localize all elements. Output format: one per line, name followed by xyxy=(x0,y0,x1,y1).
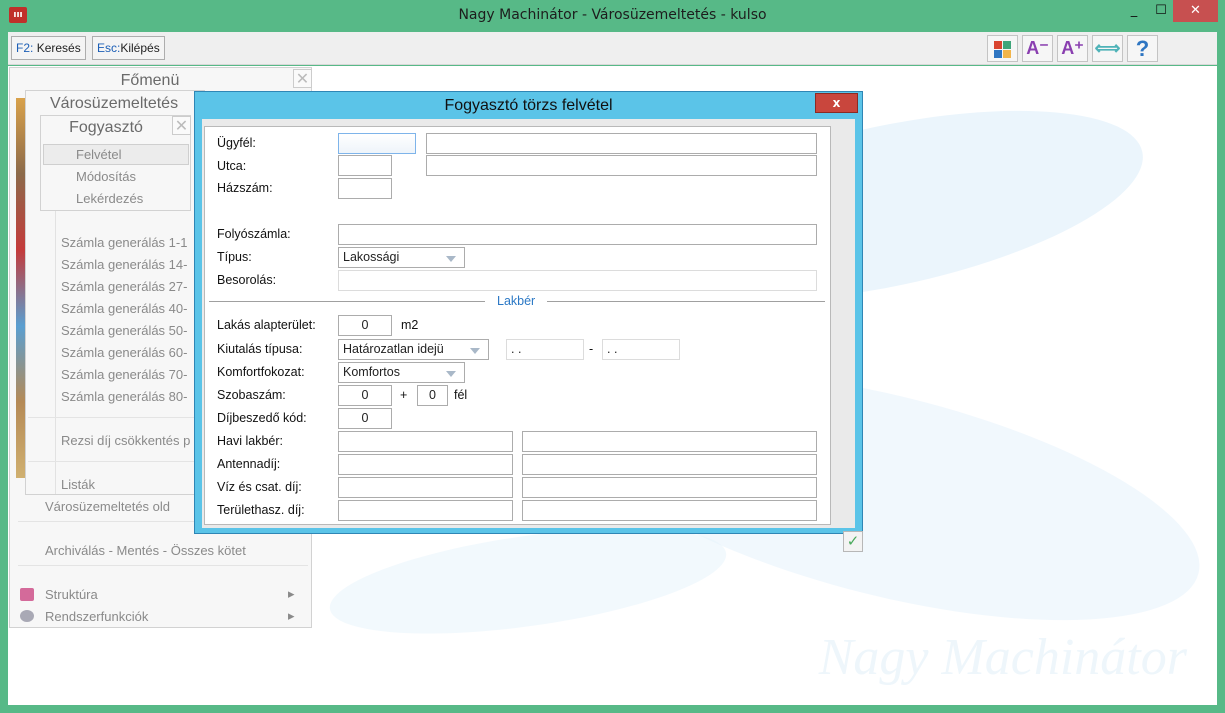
toolbar: F2: Keresés Esc:Kilépés A⁻ A⁺ ⟺ ? xyxy=(8,32,1217,65)
date-to-input[interactable]: . . xyxy=(602,339,680,360)
unit-m2: m2 xyxy=(401,318,419,332)
submenu-arrow-icon: ▸ xyxy=(288,608,295,623)
menu-item-felvetel[interactable]: Felvétel xyxy=(76,147,122,162)
label-ugyfel: Ügyfél: xyxy=(217,136,256,150)
exit-button[interactable]: Esc:Kilépés xyxy=(92,36,165,60)
search-shortcut: F2: xyxy=(16,41,34,55)
komfort-value: Komfortos xyxy=(343,365,400,379)
kiutalas-select[interactable]: Határozatlan idejü xyxy=(338,339,489,360)
exit-label: Kilépés xyxy=(120,41,160,55)
menu-item-szamla-1[interactable]: Számla generálás 1-1 xyxy=(61,235,187,250)
label-viz: Víz és csat. díj: xyxy=(217,480,302,494)
label-folyoszamla: Folyószámla: xyxy=(217,227,291,241)
folyoszamla-input[interactable] xyxy=(338,224,817,245)
gears-icon xyxy=(20,610,34,622)
menu-item-rendszerfunkciok[interactable]: Rendszerfunkciók xyxy=(45,609,148,624)
havi-lakber-text-input[interactable] xyxy=(522,431,817,452)
section-lakber: Lakbér xyxy=(485,294,548,308)
menu-item-szamla-60[interactable]: Számla generálás 60- xyxy=(61,345,187,360)
utca-name-input[interactable] xyxy=(426,155,817,176)
menu-item-szamla-50[interactable]: Számla generálás 50- xyxy=(61,323,187,338)
terulethasz-input[interactable] xyxy=(338,500,513,521)
dialog-close-button[interactable]: x xyxy=(815,93,858,113)
hazszam-input[interactable] xyxy=(338,178,392,199)
main-menu-close-icon[interactable]: ✕ xyxy=(293,69,312,88)
label-besorolas: Besorolás: xyxy=(217,273,277,287)
havi-lakber-input[interactable] xyxy=(338,431,513,452)
ok-check-button[interactable]: ✓ xyxy=(843,531,863,552)
title-bar: ııı Nagy Machinátor - Városüzemeltetés -… xyxy=(0,0,1225,31)
exit-shortcut: Esc: xyxy=(97,41,121,55)
label-kiutalas: Kiutalás típusa: xyxy=(217,342,303,356)
komfort-select[interactable]: Komfortos xyxy=(338,362,465,383)
ugyfel-name-input[interactable] xyxy=(426,133,817,154)
label-dijbeszedo: Díjbeszedő kód: xyxy=(217,411,307,425)
fogyaszto-menu-panel: Fogyasztó ✕ Felvétel Módosítás Lekérdezé… xyxy=(40,115,191,211)
minimize-button[interactable]: _ xyxy=(1123,0,1145,22)
menu-item-varos-old[interactable]: Városüzemeltetés old xyxy=(45,499,170,514)
viz-input[interactable] xyxy=(338,477,513,498)
utca-code-input[interactable] xyxy=(338,155,392,176)
menu-item-szamla-80[interactable]: Számla generálás 80- xyxy=(61,389,187,404)
tipus-value: Lakossági xyxy=(343,250,400,264)
tipus-select[interactable]: Lakossági xyxy=(338,247,465,268)
label-komfort: Komfortfokozat: xyxy=(217,365,305,379)
besorolas-input[interactable] xyxy=(338,270,817,291)
plus-sign: + xyxy=(400,388,408,402)
submenu-arrow-icon: ▸ xyxy=(288,586,295,601)
resize-icon[interactable]: ⟺ xyxy=(1092,35,1123,62)
form-panel: Ügyfél: Utca: Házszám: Folyószámla: Típu… xyxy=(204,126,831,525)
label-utca: Utca: xyxy=(217,159,247,173)
main-menu-title: Főmenü xyxy=(120,72,180,89)
label-tipus: Típus: xyxy=(217,250,252,264)
date-dash: - xyxy=(589,342,594,356)
felszoba-input[interactable]: 0 xyxy=(417,385,448,406)
dialog-body: Ügyfél: Utca: Házszám: Folyószámla: Típu… xyxy=(202,119,863,552)
fogyaszto-dialog: Fogyasztó törzs felvétel x Ügyfél: Utca:… xyxy=(194,91,863,552)
font-decrease-icon[interactable]: A⁻ xyxy=(1022,35,1053,62)
tiles-icon[interactable] xyxy=(987,35,1018,62)
menu-item-modositas[interactable]: Módosítás xyxy=(76,169,136,184)
varos-menu-title: Városüzemeltetés xyxy=(50,95,179,112)
close-button[interactable]: ✕ xyxy=(1173,0,1218,22)
menu-item-struktura[interactable]: Struktúra xyxy=(45,587,98,602)
watermark: Nagy Machinátor xyxy=(818,629,1187,686)
kiutalas-value: Határozatlan idejü xyxy=(343,342,444,356)
help-icon[interactable]: ? xyxy=(1127,35,1158,62)
fogyaszto-menu-title: Fogyasztó xyxy=(69,119,143,136)
menu-item-szamla-70[interactable]: Számla generálás 70- xyxy=(61,367,187,382)
structure-icon xyxy=(20,588,34,601)
antennadij-input[interactable] xyxy=(338,454,513,475)
search-button[interactable]: F2: Keresés xyxy=(11,36,86,60)
menu-item-szamla-14[interactable]: Számla generálás 14- xyxy=(61,257,187,272)
label-alapterulet: Lakás alapterület: xyxy=(217,318,316,332)
menu-item-archivalas[interactable]: Archiválás - Mentés - Összes kötet xyxy=(45,543,246,558)
alapterulet-input[interactable]: 0 xyxy=(338,315,392,336)
maximize-button[interactable]: ☐ xyxy=(1150,0,1172,22)
fogyaszto-close-icon[interactable]: ✕ xyxy=(172,116,191,135)
ugyfel-code-input[interactable] xyxy=(338,133,416,154)
date-from-input[interactable]: . . xyxy=(506,339,584,360)
dialog-title: Fogyasztó törzs felvétel xyxy=(444,97,613,114)
label-terulethasz: Területhasz. díj: xyxy=(217,503,305,517)
dijbeszedo-input[interactable]: 0 xyxy=(338,408,392,429)
menu-item-listak[interactable]: Listák xyxy=(61,477,95,492)
viz-text-input[interactable] xyxy=(522,477,817,498)
menu-item-szamla-27[interactable]: Számla generálás 27- xyxy=(61,279,187,294)
terulethasz-text-input[interactable] xyxy=(522,500,817,521)
label-havi-lakber: Havi lakbér: xyxy=(217,434,283,448)
font-increase-icon[interactable]: A⁺ xyxy=(1057,35,1088,62)
antennadij-text-input[interactable] xyxy=(522,454,817,475)
window-title: Nagy Machinátor - Városüzemeltetés - kul… xyxy=(458,7,767,23)
menu-item-rezsi[interactable]: Rezsi díj csökkentés p xyxy=(61,433,190,448)
search-label: Keresés xyxy=(36,41,81,55)
label-hazszam: Házszám: xyxy=(217,181,273,195)
fel-label: fél xyxy=(454,388,468,402)
label-antennadij: Antennadíj: xyxy=(217,457,281,471)
label-szobaszam: Szobaszám: xyxy=(217,388,286,402)
menu-item-lekerdezes[interactable]: Lekérdezés xyxy=(76,191,143,206)
szobaszam-input[interactable]: 0 xyxy=(338,385,392,406)
menu-item-szamla-40[interactable]: Számla generálás 40- xyxy=(61,301,187,316)
